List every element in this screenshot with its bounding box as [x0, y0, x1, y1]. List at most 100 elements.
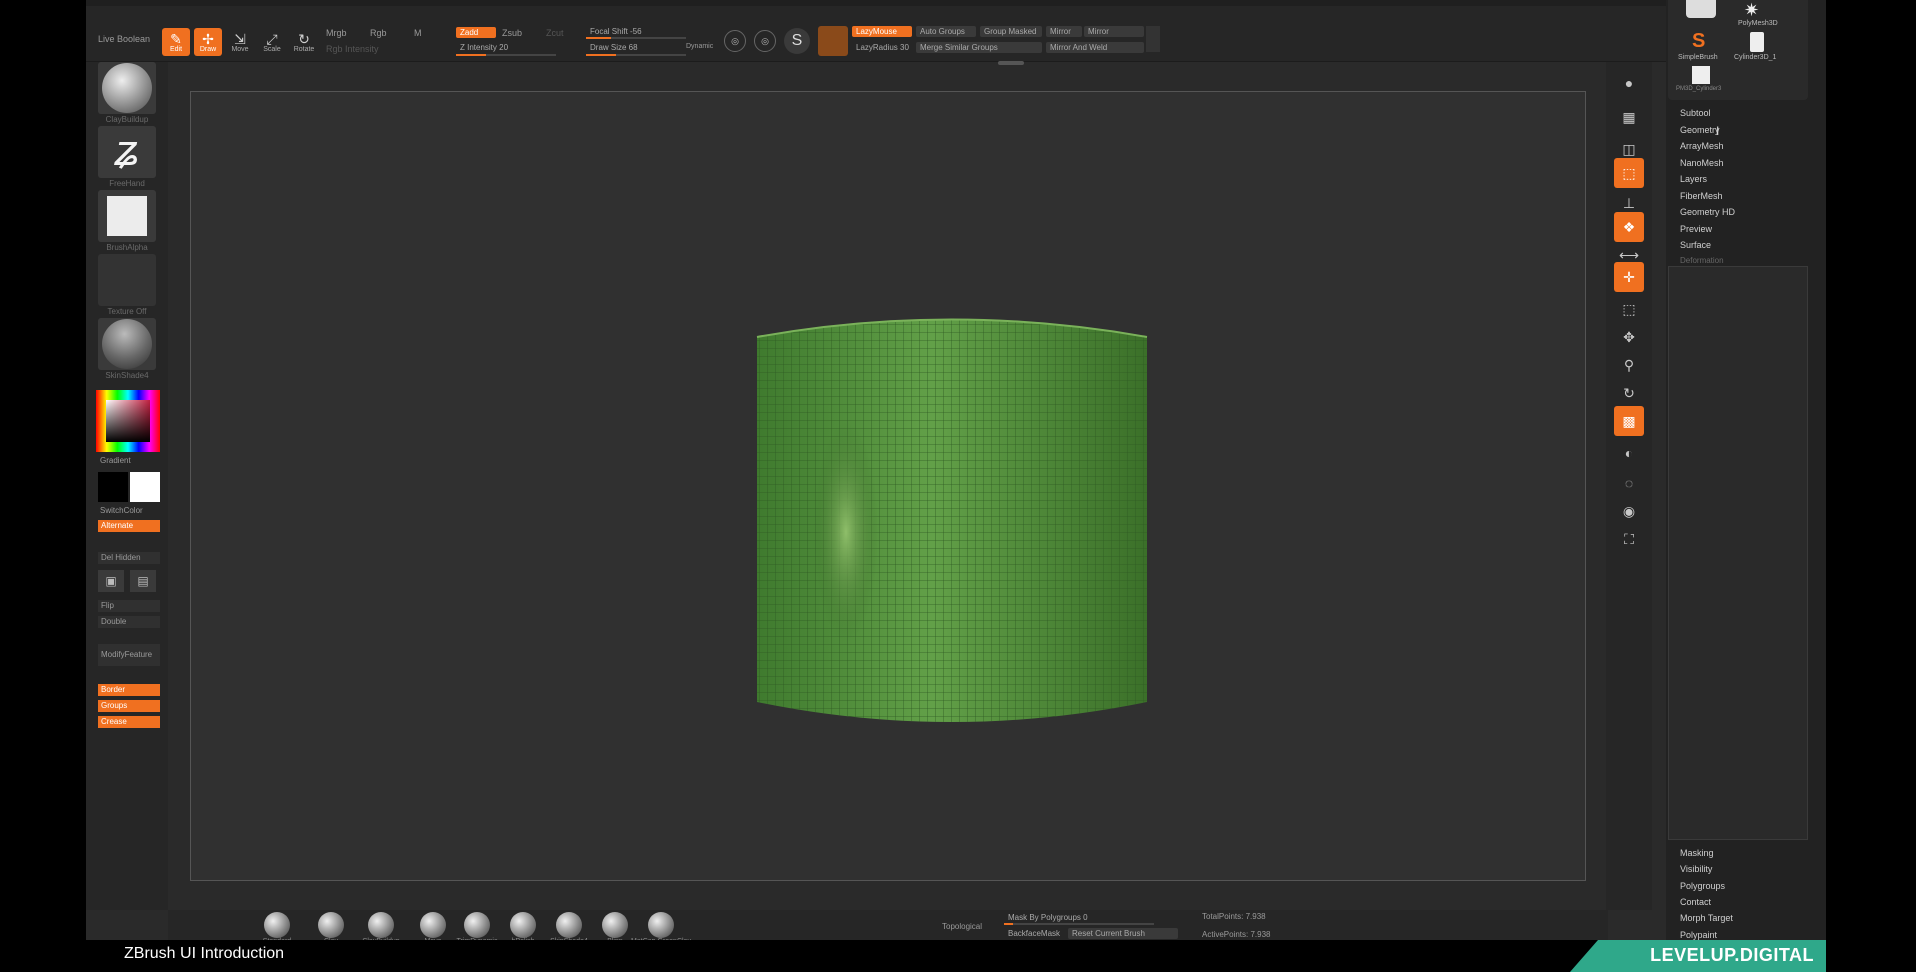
- gradient-button[interactable]: Gradient: [100, 456, 131, 465]
- draw-mode-button[interactable]: ✢ Draw: [194, 28, 222, 56]
- topological-button[interactable]: Topological: [942, 922, 982, 931]
- stroke-thumbnail[interactable]: ʑ: [98, 126, 156, 178]
- shelf-button-persp[interactable]: ⬚: [1614, 158, 1644, 188]
- alpha-thumbnail[interactable]: [98, 190, 156, 242]
- shelf-button-polyframe[interactable]: ▩: [1614, 406, 1644, 436]
- mrgb-button[interactable]: Mrgb: [326, 28, 347, 38]
- zcut-button[interactable]: Zcut: [546, 28, 564, 38]
- menu-item-surface[interactable]: Surface: [1680, 240, 1711, 250]
- tool-thumb-cylinder[interactable]: [1686, 0, 1716, 18]
- double-button[interactable]: Double: [98, 616, 160, 628]
- texture-thumbnail[interactable]: [98, 254, 156, 306]
- mirror-and-weld-button[interactable]: Mirror And Weld: [1046, 42, 1144, 53]
- shelf-button-move-view[interactable]: ✥: [1614, 322, 1644, 352]
- shelf-button-local[interactable]: ❖: [1614, 212, 1644, 242]
- menu-item-geometry[interactable]: Geometry: [1680, 125, 1720, 135]
- auto-groups-button[interactable]: Auto Groups: [916, 26, 976, 37]
- reset-current-brush-button[interactable]: Reset Current Brush: [1068, 928, 1178, 939]
- menu-item-preview[interactable]: Preview: [1680, 224, 1712, 234]
- shelf-button-xpose[interactable]: ⛶: [1614, 524, 1644, 554]
- menu-item-geometry-hd[interactable]: Geometry HD: [1680, 207, 1735, 217]
- menu-item-nanomesh[interactable]: NanoMesh: [1680, 158, 1724, 168]
- cylinder-thumb-icon[interactable]: [1750, 32, 1764, 52]
- document-canvas[interactable]: [190, 91, 1586, 881]
- scale-mode-button[interactable]: ⤢ Scale: [258, 28, 286, 56]
- tool-thumb-pm3d[interactable]: [1692, 66, 1710, 84]
- menu-item-visibility[interactable]: Visibility: [1680, 864, 1712, 874]
- shelf-button-transp[interactable]: ◐: [1614, 438, 1644, 468]
- mask-by-polygroups-track[interactable]: [1004, 923, 1154, 925]
- menu-item-contact[interactable]: Contact: [1680, 897, 1711, 907]
- lightbox-icon[interactable]: ◎: [754, 30, 776, 52]
- topbar-scroll-handle[interactable]: [1146, 26, 1160, 52]
- draw-size-slider[interactable]: Draw Size 68: [586, 42, 670, 53]
- menu-item-morph-target[interactable]: Morph Target: [1680, 913, 1733, 923]
- deformation-box: [1668, 266, 1808, 840]
- cylinder-model[interactable]: [191, 92, 1587, 882]
- shelf-button-ghost[interactable]: ◌: [1614, 468, 1644, 498]
- move-mode-button[interactable]: ⇲ Move: [226, 28, 254, 56]
- topbar-resize-grip[interactable]: [998, 61, 1024, 65]
- live-boolean-button[interactable]: Live Boolean: [98, 34, 150, 44]
- color-square[interactable]: [106, 400, 150, 442]
- merge-similar-groups-button[interactable]: Merge Similar Groups: [916, 42, 1042, 53]
- menu-item-subtool[interactable]: Subtool: [1680, 108, 1711, 118]
- zsub-button[interactable]: Zsub: [502, 28, 522, 38]
- mirror-button-2[interactable]: Mirror: [1084, 26, 1144, 37]
- spotlight-icon[interactable]: ◎: [724, 30, 746, 52]
- groups-button[interactable]: Groups: [98, 700, 160, 712]
- backface-mask-button[interactable]: BackfaceMask: [1004, 928, 1064, 939]
- zoom-icon: ⚲: [1623, 356, 1635, 373]
- m-button[interactable]: M: [414, 28, 422, 38]
- material-thumbnail[interactable]: [98, 318, 156, 370]
- shelf-button-zoom[interactable]: ⚲: [1614, 350, 1644, 380]
- z-intensity-track[interactable]: [456, 54, 556, 56]
- switch-color-button[interactable]: SwitchColor: [100, 506, 143, 515]
- mirror-button[interactable]: Mirror: [1046, 26, 1082, 37]
- crease-button[interactable]: Crease: [98, 716, 160, 728]
- group-masked-button[interactable]: Group Masked: [980, 26, 1042, 37]
- zadd-button[interactable]: Zadd: [456, 27, 496, 38]
- menu-item-fibermesh[interactable]: FiberMesh: [1680, 191, 1723, 201]
- lazy-radius-slider[interactable]: LazyRadius 30: [852, 42, 912, 53]
- del-hidden-button[interactable]: Del Hidden: [98, 552, 160, 564]
- shelf-button-solo[interactable]: ◉: [1614, 496, 1644, 526]
- grow-all-icon[interactable]: ▣: [98, 570, 124, 592]
- focal-shift-track[interactable]: [586, 37, 686, 39]
- dynamic-button[interactable]: Dynamic: [686, 43, 713, 50]
- color-picker[interactable]: [96, 390, 160, 452]
- shrink-all-icon[interactable]: ▤: [130, 570, 156, 592]
- draw-size-track[interactable]: [586, 54, 686, 56]
- shelf-button-actual[interactable]: ▦: [1614, 102, 1644, 132]
- mask-by-polygroups-slider[interactable]: Mask By Polygroups 0: [1004, 912, 1154, 923]
- menu-item-polygroups[interactable]: Polygroups: [1680, 881, 1725, 891]
- rgb-button[interactable]: Rgb: [370, 28, 387, 38]
- shelf-button-frame[interactable]: ⬚: [1614, 294, 1644, 324]
- alternate-button[interactable]: Alternate: [98, 520, 160, 532]
- material-label: SkinShade4: [105, 371, 149, 380]
- menu-item-masking[interactable]: Masking: [1680, 848, 1714, 858]
- menu-item-arraymesh[interactable]: ArrayMesh: [1680, 141, 1724, 151]
- simplebrush-icon[interactable]: S: [1692, 30, 1705, 53]
- border-button[interactable]: Border: [98, 684, 160, 696]
- menu-item-polypaint[interactable]: Polypaint: [1680, 930, 1717, 940]
- color-swatch-icon[interactable]: [818, 26, 848, 56]
- z-intensity-slider[interactable]: Z Intensity 20: [456, 42, 556, 53]
- rgb-intensity-slider[interactable]: Rgb Intensity: [326, 44, 379, 54]
- modify-feature-button[interactable]: ModifyFeature: [98, 644, 160, 666]
- flip-button[interactable]: Flip: [98, 600, 160, 612]
- secondary-color-swatch[interactable]: [98, 472, 128, 502]
- edit-mode-button[interactable]: ✎ Edit: [162, 28, 190, 56]
- polymesh-star-icon[interactable]: ✷: [1744, 0, 1759, 21]
- symmetry-icon[interactable]: S: [784, 28, 810, 54]
- menu-item-layers[interactable]: Layers: [1680, 174, 1707, 184]
- lazy-mouse-button[interactable]: LazyMouse: [852, 26, 912, 37]
- deformation-title[interactable]: Deformation: [1680, 256, 1724, 265]
- shelf-button-sphere[interactable]: ●: [1614, 68, 1644, 98]
- brush-thumbnail[interactable]: [98, 62, 156, 114]
- shelf-button-rotate-view[interactable]: ↻: [1614, 378, 1644, 408]
- main-color-swatch[interactable]: [130, 472, 160, 502]
- shelf-button-xyz[interactable]: ✛: [1614, 262, 1644, 292]
- focal-shift-slider[interactable]: Focal Shift -56: [586, 26, 670, 37]
- rotate-mode-button[interactable]: ↻ Rotate: [290, 28, 318, 56]
